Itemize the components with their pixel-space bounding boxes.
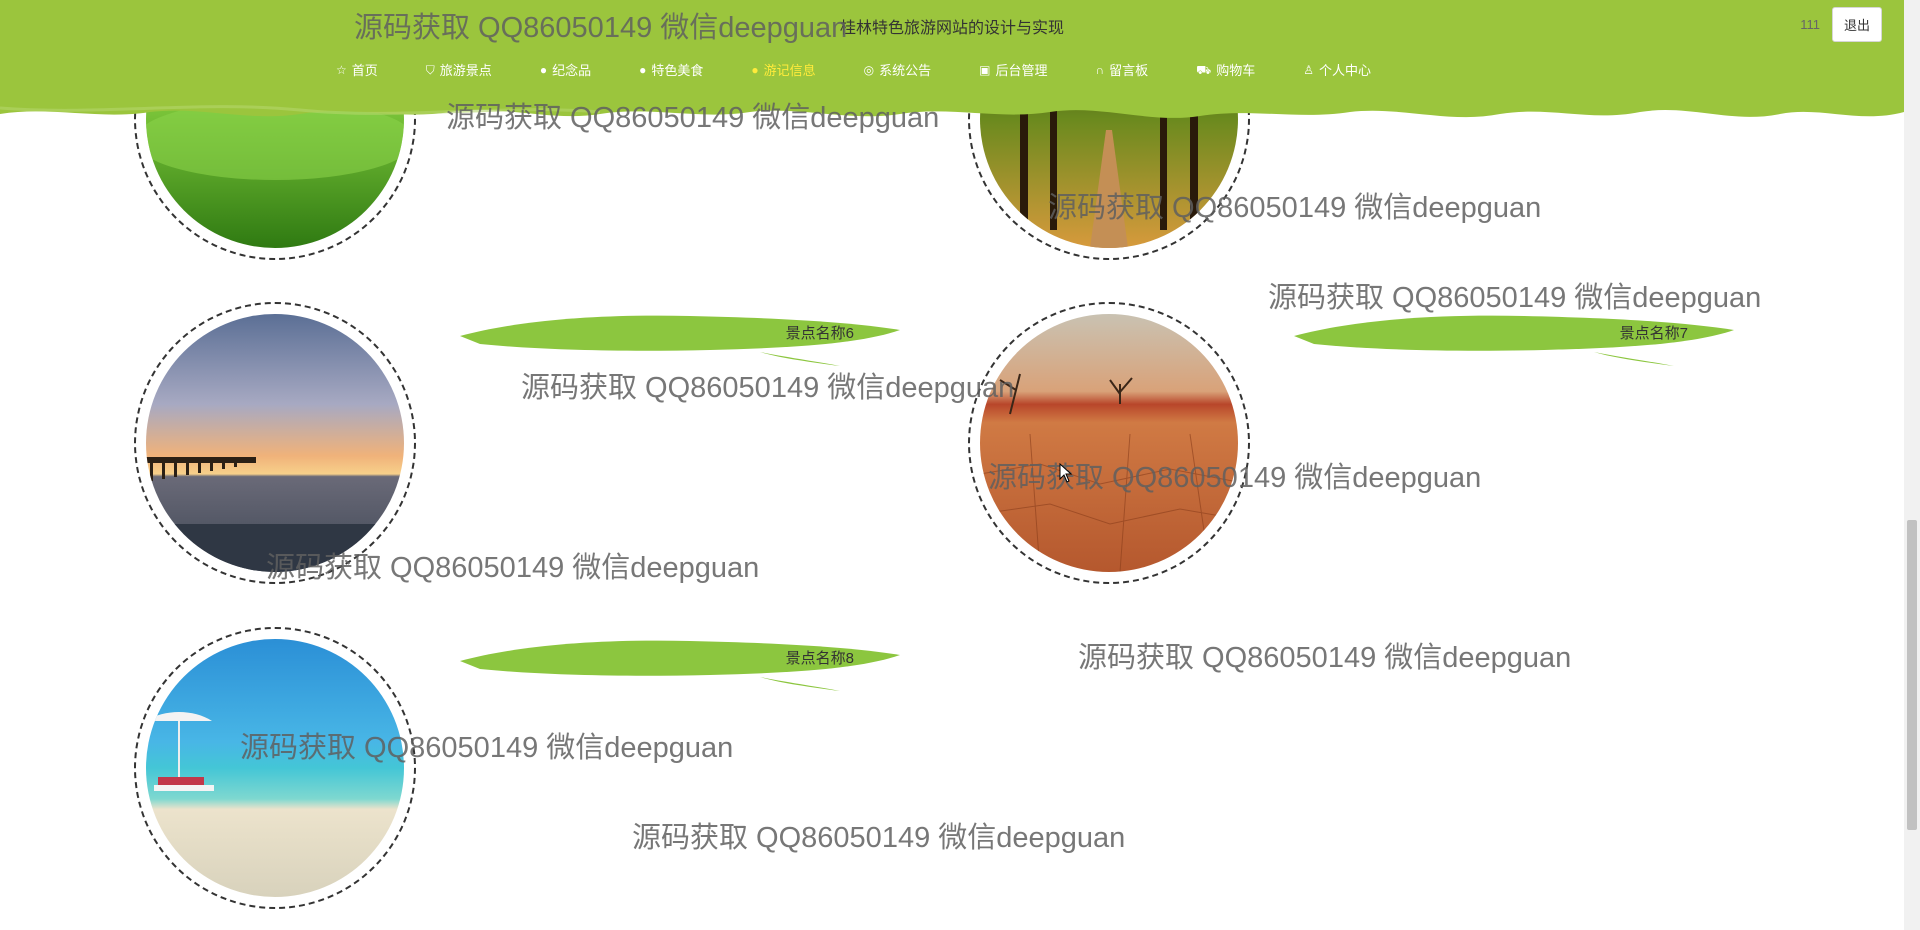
spot-name-banner[interactable]: 景点名称7 [1294,300,1734,370]
spot-name-banner[interactable]: 景点名称8 [460,625,900,695]
clipboard-icon: ▣ [979,62,991,77]
nav-food[interactable]: ● 特色美食 [639,60,703,79]
desert-dead-trees-image [980,314,1238,572]
scrollbar-thumb[interactable] [1907,520,1917,830]
nav-profile[interactable]: ♙ 个人中心 [1303,60,1371,79]
info-circle-icon: ● [751,62,759,77]
page-scrollbar[interactable] [1904,0,1920,930]
sunset-pier-image [146,314,404,572]
question-circle-icon: ● [639,62,647,77]
spot-name-label[interactable]: 景点名称7 [1620,322,1688,343]
site-title: 桂林特色旅游网站的设计与实现 [839,20,1064,37]
spot-name-label[interactable]: 景点名称8 [786,647,854,668]
spot-name-label[interactable]: 景点名称6 [786,322,854,343]
bag-icon: ⛉ [425,62,435,77]
nav-home[interactable]: ☆ 首页 [336,60,378,79]
nav-label: 纪念品 [552,63,592,78]
spot-list: 景点名称6 景点名称7 景点名称8 [0,0,1904,930]
globe-icon: ◎ [863,62,875,77]
nav-label: 首页 [351,63,378,78]
info-circle-icon: ● [539,62,548,77]
nav-label: 个人中心 [1319,63,1372,78]
username-label: 111 [1800,17,1820,32]
nav-label: 系统公告 [879,63,932,78]
nav-souvenirs[interactable]: ● 纪念品 [540,60,591,79]
nav-label: 后台管理 [995,63,1048,78]
star-icon: ☆ [336,62,347,77]
user-area: 111 退出 [1800,7,1882,42]
nav-cart[interactable]: ⛟ 购物车 [1196,60,1255,79]
spot-image-7[interactable] [968,302,1250,584]
nav-label: 购物车 [1216,63,1256,78]
nav-admin[interactable]: ▣ 后台管理 [979,60,1047,79]
mouse-cursor-icon [1059,463,1073,483]
nav-label: 留言板 [1109,63,1149,78]
nav-travel-notes[interactable]: ● 游记信息 [751,60,815,79]
user-icon: ♙ [1303,62,1314,77]
logout-button[interactable]: 退出 [1831,7,1882,42]
site-header: 桂林特色旅游网站的设计与实现 111 退出 ☆ 首页 ⛉ 旅游景点 ● 纪念品 … [0,0,1904,125]
nav-attractions[interactable]: ⛉ 旅游景点 [426,60,492,79]
nav-message-board[interactable]: ∩ 留言板 [1095,60,1148,79]
nav-label: 旅游景点 [439,63,492,78]
spot-name-banner[interactable]: 景点名称6 [460,300,900,370]
beach-umbrella-image [146,639,404,897]
headset-icon: ∩ [1095,62,1105,77]
spot-image-6[interactable] [134,302,416,584]
main-nav: ☆ 首页 ⛉ 旅游景点 ● 纪念品 ● 特色美食 ● 游记信息 ◎ 系统公告 ▣… [336,60,1419,79]
nav-label: 游记信息 [763,63,816,78]
nav-announcements[interactable]: ◎ 系统公告 [864,60,932,79]
nav-label: 特色美食 [651,63,704,78]
cart-icon: ⛟ [1196,62,1212,77]
spot-image-8[interactable] [134,627,416,909]
